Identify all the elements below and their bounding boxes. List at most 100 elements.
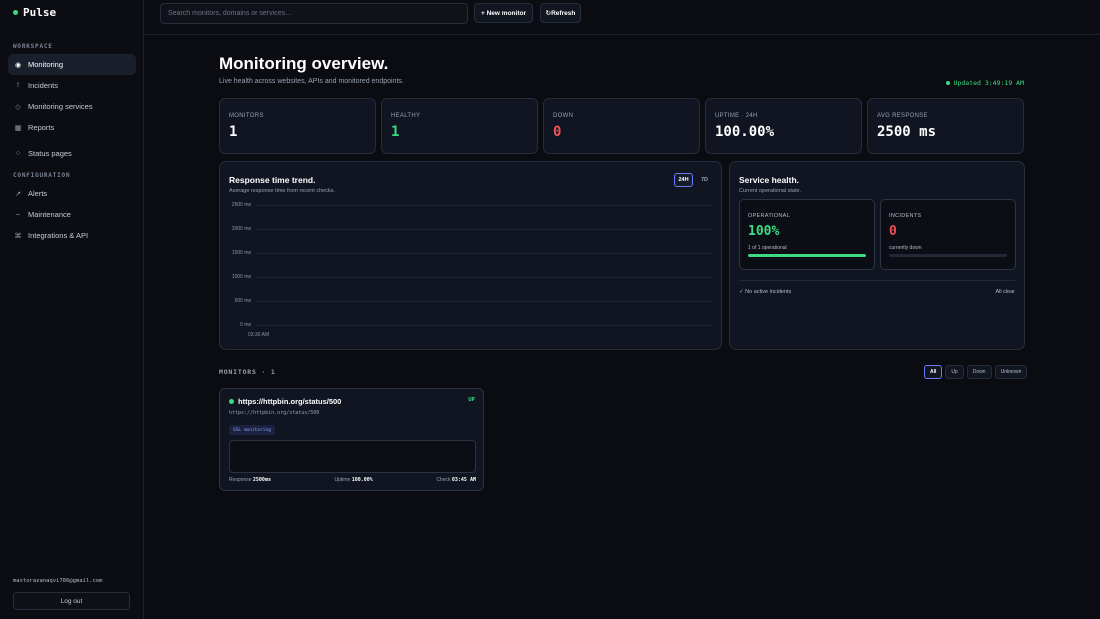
- filter-down-button[interactable]: Down: [966, 365, 992, 379]
- gridline: [256, 253, 713, 254]
- operational-progress: [748, 254, 866, 257]
- y-tick-label: 1000 ms: [231, 274, 251, 280]
- grid-icon: ▦: [14, 124, 22, 132]
- diamond-icon: ◇: [15, 103, 21, 111]
- stat-label: HEALTHY: [391, 113, 421, 119]
- operational-card: OPERATIONAL 100% 1 of 1 operational: [739, 199, 875, 270]
- incidents-value: 0: [889, 224, 897, 239]
- monitor-check: Check 03:45 AM: [436, 477, 476, 483]
- check-value: 03:45 AM: [451, 477, 476, 483]
- stat-value: 2500 ms: [877, 124, 937, 140]
- stat-card-uptime: UPTIME · 24H 100.00%: [705, 98, 862, 154]
- stat-card-healthy: HEALTHY 1: [381, 98, 538, 154]
- monitors-section-label: MONITORS · 1: [219, 368, 276, 376]
- monitor-url: https://httpbin.org/status/500: [229, 410, 320, 416]
- response-chart: 2500 ms 2000 ms 1500 ms 1000 ms 500 ms 0 ms 03…: [220, 200, 723, 345]
- operational-progress-fill: [748, 254, 866, 257]
- user-email: mastorazanaqvi786@gmail.com: [13, 578, 103, 584]
- sidebar-item-monitoring-services[interactable]: ◇ Monitoring services: [8, 96, 136, 117]
- x-tick-label: 03:30 AM: [248, 332, 270, 338]
- brand[interactable]: Pulse: [13, 6, 56, 19]
- sidebar-item-label: Alerts: [28, 189, 48, 198]
- stat-card-down: DOWN 0: [543, 98, 700, 154]
- response-value: 2500ms: [252, 477, 271, 483]
- puzzle-icon: ⌘: [14, 232, 22, 240]
- stat-label: MONITORS: [229, 113, 264, 119]
- topbar: Search monitors, domains or services... …: [144, 0, 1100, 35]
- dot-icon: ○: [15, 150, 21, 157]
- incidents-label: INCIDENTS: [889, 213, 922, 219]
- stat-card-monitors: MONITORS 1: [219, 98, 376, 154]
- range-24h-button[interactable]: 24H: [674, 173, 693, 187]
- gridline: [256, 325, 713, 326]
- sidebar-item-label: Reports: [28, 123, 55, 132]
- sidebar-item-alerts[interactable]: ↗ Alerts: [8, 183, 136, 204]
- stat-value: 1: [229, 124, 238, 140]
- live-dot-icon: [945, 81, 950, 85]
- status-dot-icon: [229, 399, 234, 404]
- sidebar-item-incidents[interactable]: ! Incidents: [8, 75, 136, 96]
- filter-all-button[interactable]: All: [924, 365, 943, 379]
- search-input[interactable]: Search monitors, domains or services...: [160, 3, 468, 24]
- monitor-sparkline: [229, 440, 476, 473]
- logout-button[interactable]: Log out: [13, 592, 130, 610]
- divider: [739, 280, 1015, 281]
- range-7d-button[interactable]: 7D: [695, 173, 714, 187]
- stat-label: AVG RESPONSE: [877, 113, 928, 119]
- workspace-section-label: WORKSPACE: [13, 43, 53, 50]
- y-tick-label: 2500 ms: [231, 202, 251, 208]
- y-tick-label: 2000 ms: [231, 226, 251, 232]
- incidents-note: currently down: [889, 245, 922, 251]
- monitor-uptime: Uptime 100.00%: [334, 477, 372, 483]
- sidebar-item-integrations[interactable]: ⌘ Integrations & API: [8, 225, 136, 246]
- sidebar: Pulse WORKSPACE ◉ Monitoring ! Incidents…: [0, 0, 144, 619]
- y-tick-label: 1500 ms: [231, 250, 251, 256]
- dash-icon: –: [16, 211, 20, 218]
- gridline: [256, 301, 713, 302]
- monitor-header: https://httpbin.org/status/500: [229, 397, 341, 406]
- brand-dot-icon: [13, 10, 18, 15]
- sidebar-item-monitoring[interactable]: ◉ Monitoring: [8, 54, 136, 75]
- range-toggle: 24H 7D: [674, 173, 714, 187]
- sidebar-item-label: Status pages: [28, 149, 72, 158]
- brand-name: Pulse: [23, 6, 57, 19]
- page-title: Monitoring overview.: [219, 54, 389, 73]
- uptime-label: Uptime: [334, 477, 351, 483]
- monitor-name[interactable]: https://httpbin.org/status/500: [238, 397, 341, 406]
- arrow-icon: ↗: [15, 190, 21, 198]
- updated-text: Updated 3:49:19 AM: [953, 79, 1024, 87]
- sidebar-item-label: Incidents: [28, 81, 59, 90]
- new-monitor-button[interactable]: + New monitor: [474, 3, 533, 23]
- uptime-value: 100.00%: [351, 477, 373, 483]
- sidebar-item-label: Monitoring services: [28, 102, 93, 111]
- filter-up-button[interactable]: Up: [945, 365, 964, 379]
- sidebar-item-status-pages[interactable]: ○ Status pages: [8, 143, 136, 164]
- response-label: Response: [229, 477, 252, 483]
- stat-value: 1: [391, 124, 400, 140]
- stat-value: 0: [553, 124, 562, 140]
- page-subtitle: Live health across websites, APIs and mo…: [219, 78, 404, 85]
- gridline: [256, 229, 713, 230]
- sidebar-item-maintenance[interactable]: – Maintenance: [8, 204, 136, 225]
- response-trend-panel: Response time trend. Average response ti…: [219, 161, 722, 350]
- health-title: Service health.: [739, 175, 800, 185]
- filter-unknown-button[interactable]: Unknown: [994, 365, 1028, 379]
- no-incidents-text: ✓ No active incidents: [739, 289, 792, 295]
- incidents-card: INCIDENTS 0 currently down: [880, 199, 1016, 270]
- updated-status: Updated 3:49:19 AM: [945, 79, 1024, 87]
- refresh-button[interactable]: ↻Refresh: [540, 3, 581, 23]
- operational-note: 1 of 1 operational: [748, 245, 787, 251]
- trend-title: Response time trend.: [229, 175, 316, 185]
- y-tick-label: 0 ms: [240, 322, 251, 328]
- configuration-section-label: CONFIGURATION: [13, 172, 71, 179]
- gridline: [256, 277, 713, 278]
- sidebar-item-reports[interactable]: ▦ Reports: [8, 117, 136, 138]
- circle-icon: ◉: [14, 61, 22, 69]
- monitor-card[interactable]: https://httpbin.org/status/500 UP https:…: [219, 388, 484, 491]
- health-subtitle: Current operational state.: [739, 188, 802, 194]
- stat-value: 100.00%: [715, 124, 775, 140]
- sidebar-item-label: Integrations & API: [28, 231, 89, 240]
- trend-subtitle: Average response time from recent checks…: [229, 188, 335, 194]
- stat-label: UPTIME · 24H: [715, 113, 758, 119]
- all-clear-text: All clear: [995, 289, 1015, 295]
